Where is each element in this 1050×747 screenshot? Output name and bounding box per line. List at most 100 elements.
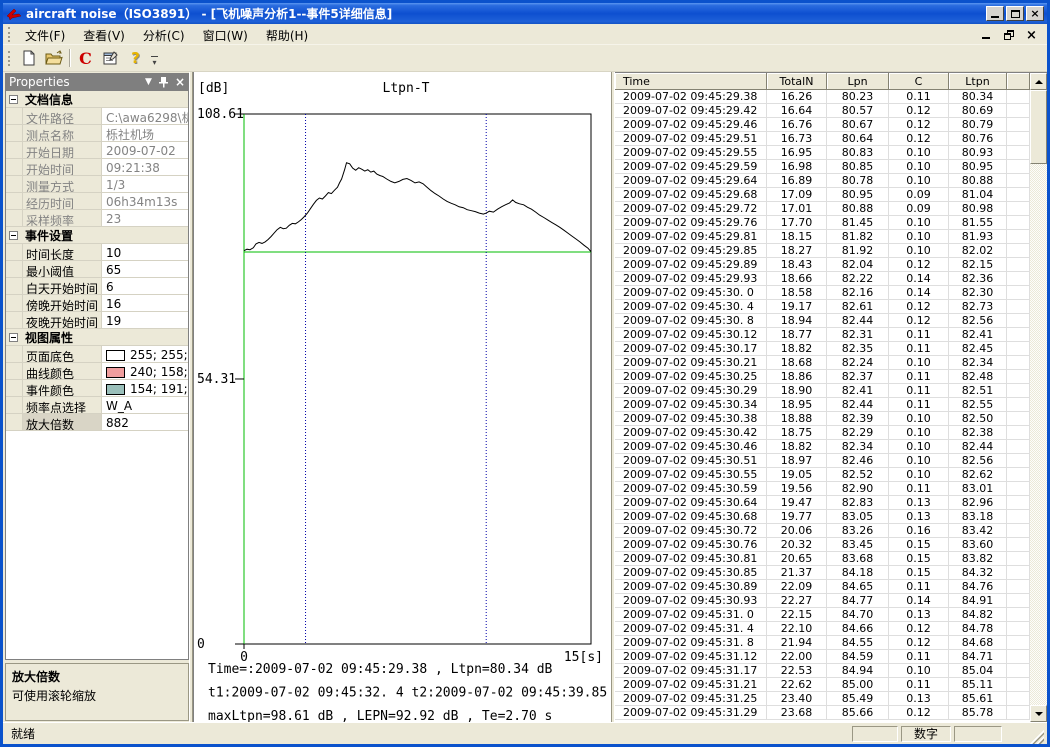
table-row[interactable]: 2009-07-02 09:45:29.4616.7680.670.1280.7…: [615, 118, 1030, 132]
minimize-button[interactable]: [986, 6, 1004, 21]
property-row[interactable]: 测点名称栎社机场: [6, 125, 188, 142]
property-value[interactable]: 240; 158; 15: [102, 363, 188, 379]
scroll-up-icon[interactable]: [1030, 73, 1047, 90]
table-row[interactable]: 2009-07-02 09:45:30.2518.8682.370.1182.4…: [615, 370, 1030, 384]
collapse-icon[interactable]: [9, 333, 18, 342]
table-row[interactable]: 2009-07-02 09:45:30.5919.5682.900.1183.0…: [615, 482, 1030, 496]
table-row[interactable]: 2009-07-02 09:45:30.7620.3283.450.1583.6…: [615, 538, 1030, 552]
pin-icon[interactable]: [159, 77, 168, 88]
property-value[interactable]: 2009-07-02: [102, 142, 188, 158]
menu-item-2[interactable]: 分析(C): [134, 27, 194, 45]
properties-form-button[interactable]: [98, 47, 123, 70]
mdi-restore-button[interactable]: [1001, 28, 1016, 41]
mdi-close-button[interactable]: ×: [1024, 28, 1039, 41]
property-section-header[interactable]: 文档信息: [6, 91, 188, 108]
table-row[interactable]: 2009-07-02 09:45:31.2923.6885.660.1285.7…: [615, 706, 1030, 720]
property-row[interactable]: 傍晚开始时间16: [6, 295, 188, 312]
table-row[interactable]: 2009-07-02 09:45:31. 821.9484.550.1284.6…: [615, 636, 1030, 650]
column-header-lpn[interactable]: Lpn: [827, 73, 889, 90]
property-row[interactable]: 开始时间09:21:38: [6, 159, 188, 176]
table-row[interactable]: 2009-07-02 09:45:31.1722.5384.940.1085.0…: [615, 664, 1030, 678]
property-row[interactable]: 事件颜色154; 191; 18: [6, 380, 188, 397]
column-header-time[interactable]: Time: [615, 73, 767, 90]
property-value[interactable]: 65: [102, 261, 188, 277]
property-row[interactable]: 测量方式1/3: [6, 176, 188, 193]
table-row[interactable]: 2009-07-02 09:45:30.5519.0582.520.1082.6…: [615, 468, 1030, 482]
property-row[interactable]: 开始日期2009-07-02: [6, 142, 188, 159]
table-row[interactable]: 2009-07-02 09:45:29.3816.2680.230.1180.3…: [615, 90, 1030, 104]
table-row[interactable]: 2009-07-02 09:45:30.2118.6882.240.1082.3…: [615, 356, 1030, 370]
table-row[interactable]: 2009-07-02 09:45:29.5516.9580.830.1080.9…: [615, 146, 1030, 160]
table-row[interactable]: 2009-07-02 09:45:30.9322.2784.770.1484.9…: [615, 594, 1030, 608]
property-value[interactable]: 1/3: [102, 176, 188, 192]
table-row[interactable]: 2009-07-02 09:45:29.9318.6682.220.1482.3…: [615, 272, 1030, 286]
table-row[interactable]: 2009-07-02 09:45:30.8922.0984.650.1184.7…: [615, 580, 1030, 594]
table-row[interactable]: 2009-07-02 09:45:30.6819.7783.050.1383.1…: [615, 510, 1030, 524]
c-weighting-button[interactable]: C: [73, 47, 98, 70]
table-row[interactable]: 2009-07-02 09:45:30.6419.4782.830.1382.9…: [615, 496, 1030, 510]
table-row[interactable]: 2009-07-02 09:45:30.4618.8282.340.1082.4…: [615, 440, 1030, 454]
menu-item-0[interactable]: 文件(F): [16, 27, 74, 45]
menu-item-3[interactable]: 窗口(W): [194, 27, 257, 45]
panel-close-icon[interactable]: ×: [175, 75, 185, 89]
property-value[interactable]: 16: [102, 295, 188, 311]
scrollbar-thumb[interactable]: [1030, 90, 1047, 164]
table-row[interactable]: 2009-07-02 09:45:30. 018.5882.160.1482.3…: [615, 286, 1030, 300]
property-value[interactable]: C:\awa6298\机场: [102, 108, 188, 124]
table-row[interactable]: 2009-07-02 09:45:31.1222.0084.590.1184.7…: [615, 650, 1030, 664]
toolbar-grip[interactable]: [8, 51, 13, 66]
table-row[interactable]: 2009-07-02 09:45:29.6817.0980.950.0981.0…: [615, 188, 1030, 202]
table-row[interactable]: 2009-07-02 09:45:29.5116.7380.640.1280.7…: [615, 132, 1030, 146]
table-row[interactable]: 2009-07-02 09:45:30. 419.1782.610.1282.7…: [615, 300, 1030, 314]
property-value[interactable]: 19: [102, 312, 188, 328]
maximize-button[interactable]: [1006, 6, 1024, 21]
property-row[interactable]: 时间长度10: [6, 244, 188, 261]
ltpn-chart[interactable]: [dB]Ltpn-T108.6154.310015[s]Time=:2009-0…: [194, 72, 612, 722]
property-value[interactable]: 6: [102, 278, 188, 294]
column-header-totaln[interactable]: TotalN: [767, 73, 827, 90]
scroll-down-icon[interactable]: [1030, 705, 1047, 722]
property-row[interactable]: 曲线颜色240; 158; 15: [6, 363, 188, 380]
toolbar-overflow-button[interactable]: ▾: [148, 47, 161, 70]
property-value[interactable]: 10: [102, 244, 188, 260]
column-header-ltpn[interactable]: Ltpn: [949, 73, 1007, 90]
table-row[interactable]: 2009-07-02 09:45:29.6416.8980.780.1080.8…: [615, 174, 1030, 188]
table-row[interactable]: 2009-07-02 09:45:30.4218.7582.290.1082.3…: [615, 426, 1030, 440]
property-value[interactable]: 栎社机场: [102, 125, 188, 141]
new-document-button[interactable]: [16, 47, 41, 70]
table-row[interactable]: 2009-07-02 09:45:30.8521.3784.180.1584.3…: [615, 566, 1030, 580]
property-row[interactable]: 采样频率23: [6, 210, 188, 227]
table-row[interactable]: 2009-07-02 09:45:30.1218.7782.310.1182.4…: [615, 328, 1030, 342]
chart-panel[interactable]: [dB]Ltpn-T108.6154.310015[s]Time=:2009-0…: [193, 72, 611, 722]
resize-grip[interactable]: [1030, 730, 1044, 744]
property-row[interactable]: 经历时间06h34m13s: [6, 193, 188, 210]
table-row[interactable]: 2009-07-02 09:45:30.8120.6583.680.1583.8…: [615, 552, 1030, 566]
table-vertical-scrollbar[interactable]: [1030, 73, 1047, 722]
table-row[interactable]: 2009-07-02 09:45:29.4216.6480.570.1280.6…: [615, 104, 1030, 118]
property-row[interactable]: 夜晚开始时间19: [6, 312, 188, 329]
menu-grip[interactable]: [8, 27, 13, 42]
property-value[interactable]: 154; 191; 18: [102, 380, 188, 396]
property-value[interactable]: 06h34m13s: [102, 193, 188, 209]
panel-menu-icon[interactable]: ▼: [145, 77, 152, 87]
property-row[interactable]: 频率点选择W_A: [6, 397, 188, 414]
table-row[interactable]: 2009-07-02 09:45:29.8118.1581.820.1081.9…: [615, 230, 1030, 244]
table-row[interactable]: 2009-07-02 09:45:29.8518.2781.920.1082.0…: [615, 244, 1030, 258]
property-row[interactable]: 文件路径C:\awa6298\机场: [6, 108, 188, 125]
property-row[interactable]: 页面底色255; 255; 25: [6, 346, 188, 363]
table-row[interactable]: 2009-07-02 09:45:30.7220.0683.260.1683.4…: [615, 524, 1030, 538]
property-section-header[interactable]: 事件设置: [6, 227, 188, 244]
table-row[interactable]: 2009-07-02 09:45:29.7617.7081.450.1081.5…: [615, 216, 1030, 230]
property-row[interactable]: 白天开始时间6: [6, 278, 188, 295]
property-value[interactable]: 23: [102, 210, 188, 226]
help-button[interactable]: ?: [123, 47, 148, 70]
table-row[interactable]: 2009-07-02 09:45:30.3818.8882.390.1082.5…: [615, 412, 1030, 426]
property-value[interactable]: W_A: [102, 397, 188, 413]
close-button[interactable]: ×: [1026, 6, 1044, 21]
table-row[interactable]: 2009-07-02 09:45:29.5916.9880.850.1080.9…: [615, 160, 1030, 174]
table-row[interactable]: 2009-07-02 09:45:31. 022.1584.700.1384.8…: [615, 608, 1030, 622]
property-value[interactable]: 255; 255; 25: [102, 346, 188, 362]
table-row[interactable]: 2009-07-02 09:45:30.1718.8282.350.1182.4…: [615, 342, 1030, 356]
property-value[interactable]: 09:21:38: [102, 159, 188, 175]
mdi-minimize-button[interactable]: [978, 28, 993, 41]
